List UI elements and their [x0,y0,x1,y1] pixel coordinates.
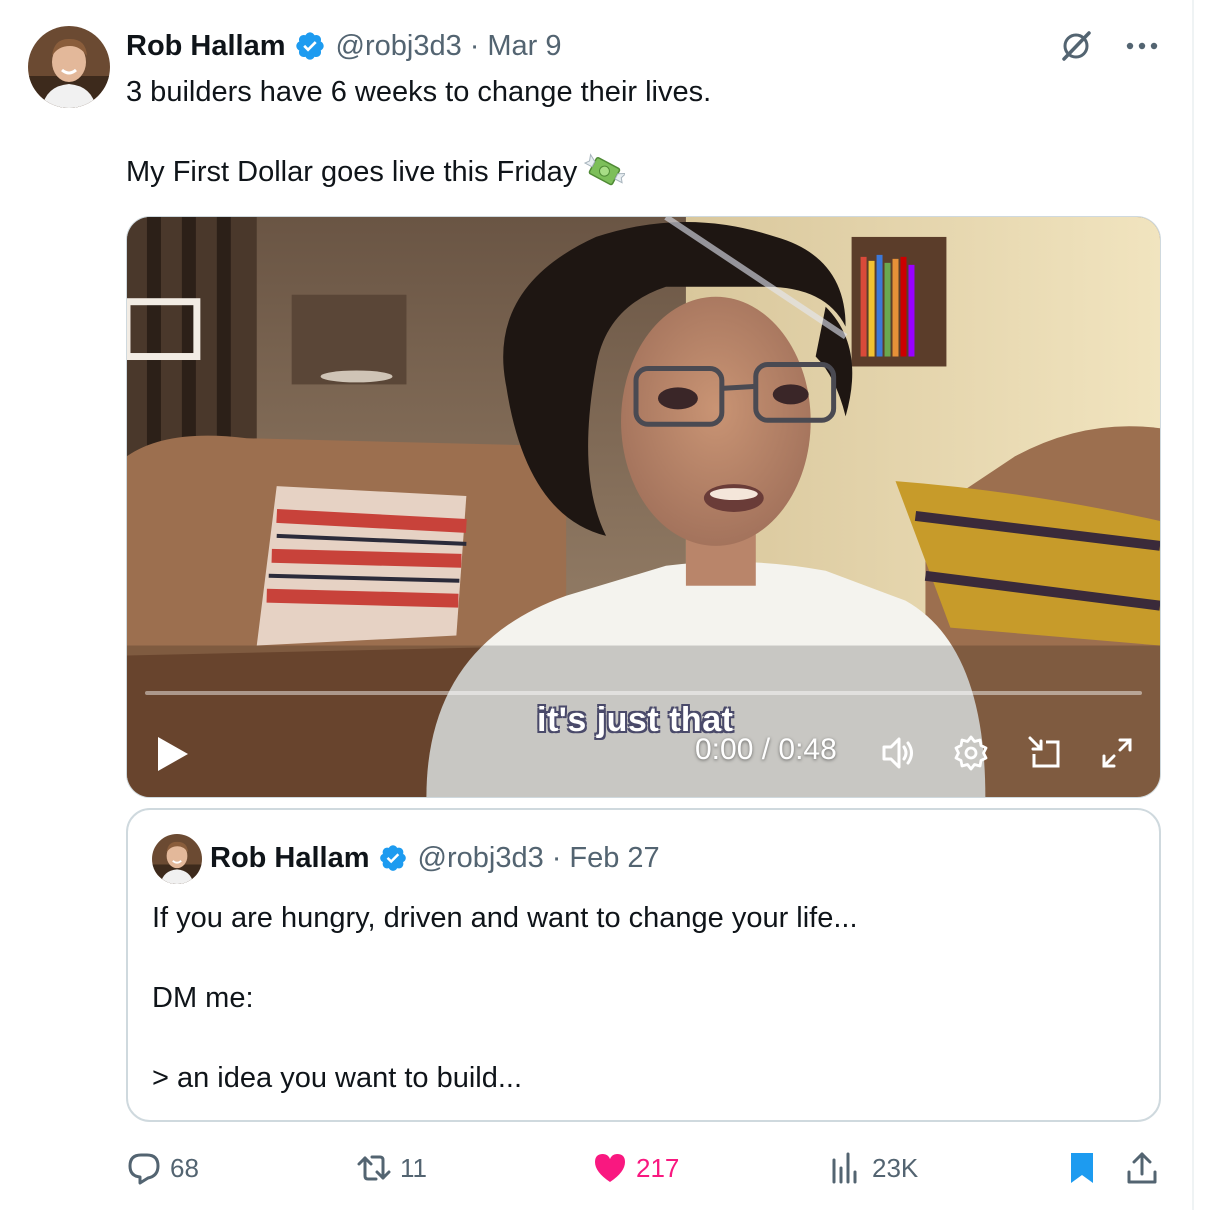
views-button[interactable]: 23K [828,1146,918,1190]
heart-icon [595,1154,625,1182]
repost-button[interactable]: 11 [356,1146,427,1190]
quoted-text-line-1: If you are hungry, driven and want to ch… [152,902,858,934]
video-time: 0:00 / 0:48 [695,733,837,766]
tweet-header: Rob Hallam @robj3d3 · Mar 9 [126,26,562,66]
quoted-author-avatar[interactable] [152,834,202,884]
separator-dot: · [551,841,562,874]
tweet-action-bar: 68 11 217 23K [126,1146,1166,1190]
quoted-tweet-date[interactable]: Feb 27 [569,842,659,875]
play-icon[interactable] [155,735,191,773]
money-with-wings-icon [584,153,626,186]
repost-icon [357,1155,391,1181]
tweet-text-line-2-row: My First Dollar goes live this Friday [126,152,626,192]
video-progress-bar[interactable] [145,691,1142,695]
volume-icon[interactable] [879,733,919,773]
quoted-text-line-2: DM me: [152,982,254,1014]
reply-count: 68 [170,1152,199,1183]
settings-gear-icon[interactable] [951,733,991,773]
views-chart-icon [832,1152,857,1184]
video-player[interactable]: it's just that 0:00 / 0:48 [126,216,1161,798]
picture-in-picture-icon[interactable] [1025,733,1065,773]
quoted-author-name[interactable]: Rob Hallam [210,842,370,875]
quoted-text-line-3: > an idea you want to build... [152,1062,523,1094]
author-handle[interactable]: @robj3d3 [336,30,462,63]
bookmark-icon [1071,1153,1093,1183]
like-button[interactable]: 217 [592,1146,679,1190]
tweet-date[interactable]: Mar 9 [487,30,561,63]
grok-icon[interactable] [1056,26,1096,66]
tweet-text-line-1: 3 builders have 6 weeks to change their … [126,76,712,108]
repost-count: 11 [400,1152,427,1183]
quoted-tweet[interactable]: Rob Hallam @robj3d3 · Feb 27 If you are … [126,808,1161,1122]
tweet-text-line-2: My First Dollar goes live this Friday [126,156,578,188]
quoted-tweet-header: Rob Hallam @robj3d3 · Feb 27 [210,838,660,878]
reply-button[interactable]: 68 [126,1146,199,1190]
separator-dot: · [469,29,480,62]
column-divider [1192,0,1194,1210]
reply-icon [128,1153,160,1185]
tweet-top-controls [1056,26,1162,66]
verified-badge-icon[interactable] [294,30,326,62]
author-name[interactable]: Rob Hallam [126,30,286,63]
quoted-author-handle[interactable]: @robj3d3 [418,842,544,875]
fullscreen-icon[interactable] [1097,733,1137,773]
bookmark-button[interactable] [1064,1146,1108,1190]
like-count: 217 [636,1152,680,1183]
verified-badge-icon [379,845,406,871]
share-icon [1127,1152,1157,1184]
more-options-icon[interactable] [1122,26,1162,66]
views-count: 23K [872,1152,919,1183]
author-avatar[interactable] [28,26,110,108]
share-button[interactable] [1124,1146,1168,1190]
